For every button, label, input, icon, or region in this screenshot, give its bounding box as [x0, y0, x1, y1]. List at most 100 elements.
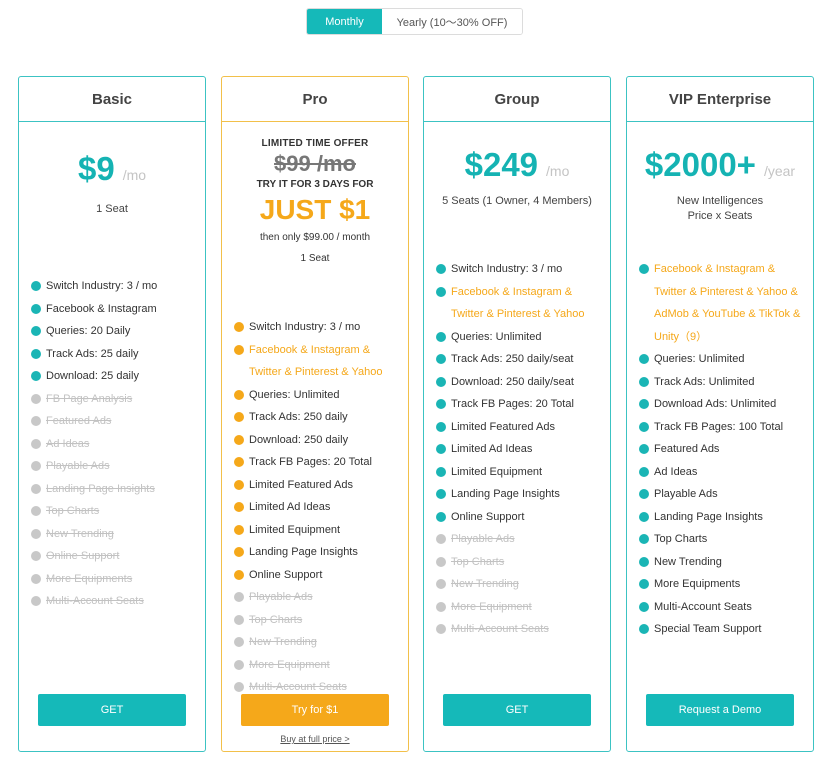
- get-basic-button[interactable]: GET: [38, 694, 186, 726]
- feature-label: Limited Featured Ads: [249, 478, 353, 491]
- feature-label: Download: 25 daily: [46, 370, 139, 382]
- feature-item: Track Ads: 25 daily: [31, 343, 193, 366]
- old-price: $99 /mo: [274, 151, 356, 176]
- feature-unavailable-icon: [31, 506, 41, 516]
- feature-item: Ad Ideas: [31, 433, 193, 456]
- billing-toggle: Monthly Yearly (10～30% OFF): [306, 8, 523, 35]
- feature-check-icon: [639, 376, 649, 387]
- feature-item: More Equipment: [234, 654, 396, 677]
- feature-item: Multi-Account Seats: [436, 618, 598, 641]
- feature-list: Facebook & Instagram & Twitter & Pintere…: [627, 258, 813, 641]
- feature-item: Track Ads: Unlimited: [639, 371, 801, 394]
- feature-check-icon: [234, 479, 244, 490]
- plan-card-basic: Basic $9 /mo 1 Seat Switch Industry: 3 /…: [18, 76, 206, 752]
- feature-label: Download Ads: Unlimited: [654, 398, 777, 410]
- feature-check-icon: [639, 466, 649, 477]
- feature-item: New Trending: [234, 631, 396, 654]
- feature-check-icon: [639, 354, 649, 364]
- feature-label: Queries: Unlimited: [249, 388, 340, 401]
- feature-label: Track Ads: Unlimited: [654, 375, 755, 388]
- feature-check-icon: [234, 344, 244, 355]
- feature-unavailable-icon: [234, 614, 244, 625]
- feature-label: New Trending: [451, 578, 519, 590]
- feature-item: Switch Industry: 3 / mo: [234, 316, 396, 339]
- feature-item: Download Ads: Unlimited: [639, 393, 801, 416]
- feature-item: Landing Page Insights: [234, 541, 396, 564]
- feature-item: Online Support: [31, 545, 193, 568]
- feature-check-icon: [234, 389, 244, 400]
- feature-item: Limited Equipment: [234, 519, 396, 542]
- feature-item: Track Ads: 250 daily/seat: [436, 348, 598, 371]
- plan-card-group: Group $249 /mo 5 Seats (1 Owner, 4 Membe…: [423, 76, 611, 752]
- feature-label: Track Ads: 250 daily: [249, 411, 348, 423]
- feature-unavailable-icon: [31, 573, 41, 584]
- feature-label: More Equipment: [249, 658, 330, 671]
- feature-check-icon: [436, 466, 446, 477]
- plan-seats: New Intelligences Price x Seats: [676, 195, 764, 222]
- feature-label: Limited Equipment: [249, 523, 341, 536]
- feature-label: Multi-Account Seats: [654, 600, 752, 613]
- feature-list: Switch Industry: 3 / mo Facebook & Instag…: [222, 316, 408, 699]
- feature-unavailable-icon: [31, 596, 41, 606]
- feature-item: Facebook & Instagram & Twitter & Pintere…: [234, 339, 396, 384]
- feature-item: Playable Ads: [639, 483, 801, 506]
- feature-label: Track FB Pages: 20 Total: [451, 398, 574, 410]
- feature-label: Ad Ideas: [46, 437, 90, 450]
- feature-check-icon: [639, 624, 649, 634]
- plan-title: Group: [424, 77, 610, 122]
- feature-check-icon: [639, 511, 649, 522]
- feature-item: Multi-Account Seats: [31, 590, 193, 613]
- feature-label: Landing Page Insights: [654, 510, 763, 523]
- monthly-tab[interactable]: Monthly: [307, 9, 382, 34]
- feature-label: Switch Industry: 3 / mo: [46, 280, 158, 292]
- feature-label: New Trending: [46, 527, 114, 540]
- feature-label: More Equipment: [451, 600, 532, 613]
- feature-label: New Trending: [654, 555, 722, 568]
- get-group-button[interactable]: GET: [443, 694, 591, 726]
- feature-check-icon: [639, 489, 649, 499]
- feature-list: Switch Industry: 3 / mo Facebook & Instag…: [424, 258, 610, 641]
- feature-label: Online Support: [451, 510, 525, 523]
- feature-check-icon: [234, 569, 244, 580]
- feature-label: Switch Industry: 3 / mo: [249, 321, 361, 333]
- feature-item: Top Charts: [436, 551, 598, 574]
- feature-label: Track FB Pages: 100 Total: [654, 420, 784, 433]
- request-demo-button[interactable]: Request a Demo: [646, 694, 794, 726]
- feature-item: Download: 250 daily: [234, 429, 396, 452]
- feature-item: Track FB Pages: 100 Total: [639, 416, 801, 439]
- feature-item: Limited Ad Ideas: [436, 438, 598, 461]
- feature-item: Queries: 20 Daily: [31, 320, 193, 343]
- plan-seats: 1 Seat: [96, 203, 128, 215]
- feature-label: Facebook & Instagram: [46, 302, 157, 315]
- plan-price: $9: [77, 150, 115, 187]
- buy-full-price-link[interactable]: Buy at full price >: [222, 734, 408, 744]
- feature-label: Top Charts: [46, 505, 100, 517]
- feature-label: More Equipments: [654, 578, 741, 590]
- feature-unavailable-icon: [31, 551, 41, 561]
- feature-label: Landing Page Insights: [249, 546, 358, 558]
- feature-item: Multi-Account Seats: [639, 596, 801, 619]
- feature-check-icon: [234, 524, 244, 535]
- feature-unavailable-icon: [31, 528, 41, 539]
- feature-label: Queries: Unlimited: [654, 353, 745, 365]
- feature-item: Queries: Unlimited: [436, 326, 598, 349]
- feature-check-icon: [436, 264, 446, 274]
- feature-check-icon: [436, 331, 446, 342]
- plan-period: /mo: [122, 167, 147, 183]
- feature-label: Featured Ads: [654, 443, 720, 455]
- feature-item: Landing Page Insights: [639, 506, 801, 529]
- try-pro-button[interactable]: Try for $1: [241, 694, 389, 726]
- feature-unavailable-icon: [234, 682, 244, 692]
- feature-check-icon: [639, 399, 649, 409]
- feature-item: Limited Featured Ads: [436, 416, 598, 439]
- yearly-tab[interactable]: Yearly (10～30% OFF): [382, 9, 522, 34]
- feature-item: Facebook & Instagram: [31, 298, 193, 321]
- feature-item: New Trending: [436, 573, 598, 596]
- feature-unavailable-icon: [436, 579, 446, 589]
- plan-seats: 5 Seats (1 Owner, 4 Members): [442, 195, 592, 207]
- feature-label: Track Ads: 250 daily/seat: [451, 353, 574, 365]
- feature-label: New Trending: [249, 636, 317, 648]
- feature-check-icon: [436, 489, 446, 499]
- feature-check-icon: [436, 354, 446, 364]
- limited-offer-label: LIMITED TIME OFFER: [261, 138, 369, 149]
